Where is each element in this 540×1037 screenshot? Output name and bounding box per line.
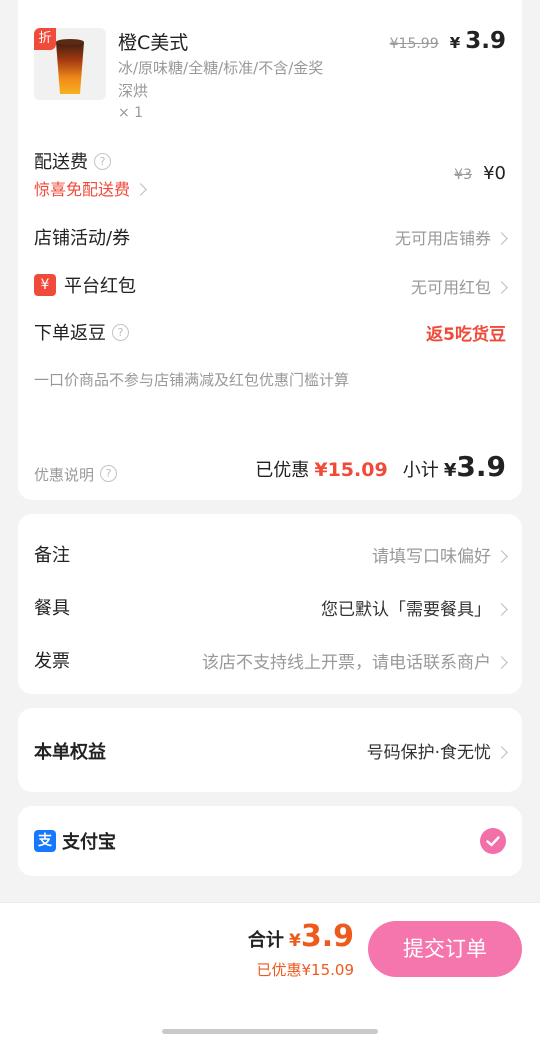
benefits-row[interactable]: 号码保护·食无忧: [366, 738, 508, 763]
home-indicator: [162, 1029, 378, 1034]
invoice-row[interactable]: 该店不支持线上开票，请电话联系商户: [202, 648, 508, 673]
utensils-label: 餐具: [34, 598, 70, 619]
alipay-icon: 支: [34, 830, 56, 852]
total-value: 3.9: [300, 919, 354, 954]
beans-text: 下单返豆: [34, 323, 106, 344]
payment-selected-check[interactable]: [480, 828, 506, 854]
delivery-fee-values: ¥3 ¥0: [454, 163, 506, 184]
chevron-right-icon: [495, 655, 508, 669]
store-coupon-label: 店铺活动/券: [34, 228, 131, 249]
submit-order-button[interactable]: 提交订单: [368, 921, 522, 977]
invoice-value: 该店不支持线上开票，请电话联系商户: [202, 653, 491, 673]
subtotal-label: 小计: [402, 460, 439, 481]
total-symbol: ¥: [289, 931, 301, 951]
discount-note[interactable]: 优惠说明?: [34, 464, 118, 485]
remarks-row[interactable]: 请填写口味偏好: [372, 542, 508, 567]
utensils-row[interactable]: 您已默认「需要餐具」: [321, 595, 508, 620]
utensils-value: 您已默认「需要餐具」: [321, 600, 491, 620]
product-price-group: ¥15.99 ¥ 3.9: [390, 28, 506, 54]
delivery-current-fee: ¥0: [483, 163, 506, 184]
chevron-right-icon: [495, 745, 508, 759]
chevron-right-icon: [134, 183, 147, 196]
price-symbol: ¥: [449, 34, 461, 52]
red-packet-row[interactable]: 无可用红包: [410, 274, 508, 298]
red-packet-text: 平台红包: [64, 276, 136, 297]
subtotal-symbol: ¥: [443, 460, 457, 481]
delivery-fee-text: 配送费: [34, 152, 88, 173]
invoice-label: 发票: [34, 651, 70, 672]
product-name: 橙C美式: [118, 32, 189, 54]
store-coupon-value: 无可用店铺券: [394, 229, 491, 248]
checkout-bar: 合计 ¥3.9 已优惠¥15.09 提交订单: [0, 902, 540, 1037]
delivery-original-fee: ¥3: [454, 167, 472, 183]
alipay-option[interactable]: 支支付宝: [34, 828, 116, 854]
benefits-value: 号码保护·食无忧: [366, 743, 491, 763]
red-packet-value: 无可用红包: [410, 278, 491, 297]
chevron-right-icon: [495, 602, 508, 616]
chevron-right-icon: [495, 232, 508, 245]
benefits-card[interactable]: 本单权益 号码保护·食无忧: [18, 708, 522, 792]
options-card: 备注 请填写口味偏好 餐具 您已默认「需要餐具」 发票 该店不支持线上开票，请电…: [18, 514, 522, 694]
footer-saved: 已优惠¥15.09: [256, 961, 355, 979]
free-delivery-promo[interactable]: 惊喜免配送费: [34, 176, 147, 200]
help-icon[interactable]: ?: [94, 152, 111, 170]
product-specs-line1: 冰/原味糖/全糖/标准/不含/金奖: [118, 59, 324, 77]
chevron-right-icon: [495, 281, 508, 294]
beans-value: 返5吃货豆: [426, 325, 506, 345]
original-price: ¥15.99: [389, 36, 439, 52]
subtotal-value: 3.9: [456, 450, 506, 483]
product-quantity: × 1: [118, 105, 144, 121]
payment-card[interactable]: 支支付宝: [18, 806, 522, 876]
summary-totals: 已优惠 ¥15.09 小计 ¥3.9: [255, 450, 506, 483]
total-label: 合计: [247, 930, 284, 951]
remarks-placeholder: 请填写口味偏好: [372, 547, 491, 567]
free-delivery-text: 惊喜免配送费: [34, 180, 131, 199]
saved-label: 已优惠: [255, 460, 310, 481]
product-specs-line2: 深烘: [118, 82, 149, 100]
chevron-right-icon: [495, 549, 508, 563]
total-group: 合计 ¥3.9: [248, 919, 354, 954]
delivery-fee-label: 配送费?: [34, 148, 111, 174]
discount-badge: 折: [34, 28, 56, 50]
store-coupon-row[interactable]: 无可用店铺券: [394, 225, 508, 249]
check-icon: [486, 836, 500, 847]
help-icon: ?: [100, 465, 118, 482]
order-card: 折 橙C美式 冰/原味糖/全糖/标准/不含/金奖 深烘 × 1 ¥15.99 ¥…: [18, 0, 522, 500]
notice-text: 一口价商品不参与店铺满减及红包优惠门槛计算: [34, 371, 350, 389]
red-packet-icon: ¥: [34, 274, 56, 296]
red-packet-label: ¥ 平台红包: [34, 272, 136, 298]
alipay-label: 支付宝: [62, 832, 116, 853]
product-price: 3.9: [465, 28, 506, 54]
benefits-label: 本单权益: [34, 742, 106, 763]
beans-label: 下单返豆?: [34, 319, 129, 345]
discount-note-text: 优惠说明: [34, 466, 95, 484]
saved-value: ¥15.09: [314, 459, 388, 481]
help-icon[interactable]: ?: [112, 323, 129, 341]
remarks-label: 备注: [34, 545, 70, 566]
